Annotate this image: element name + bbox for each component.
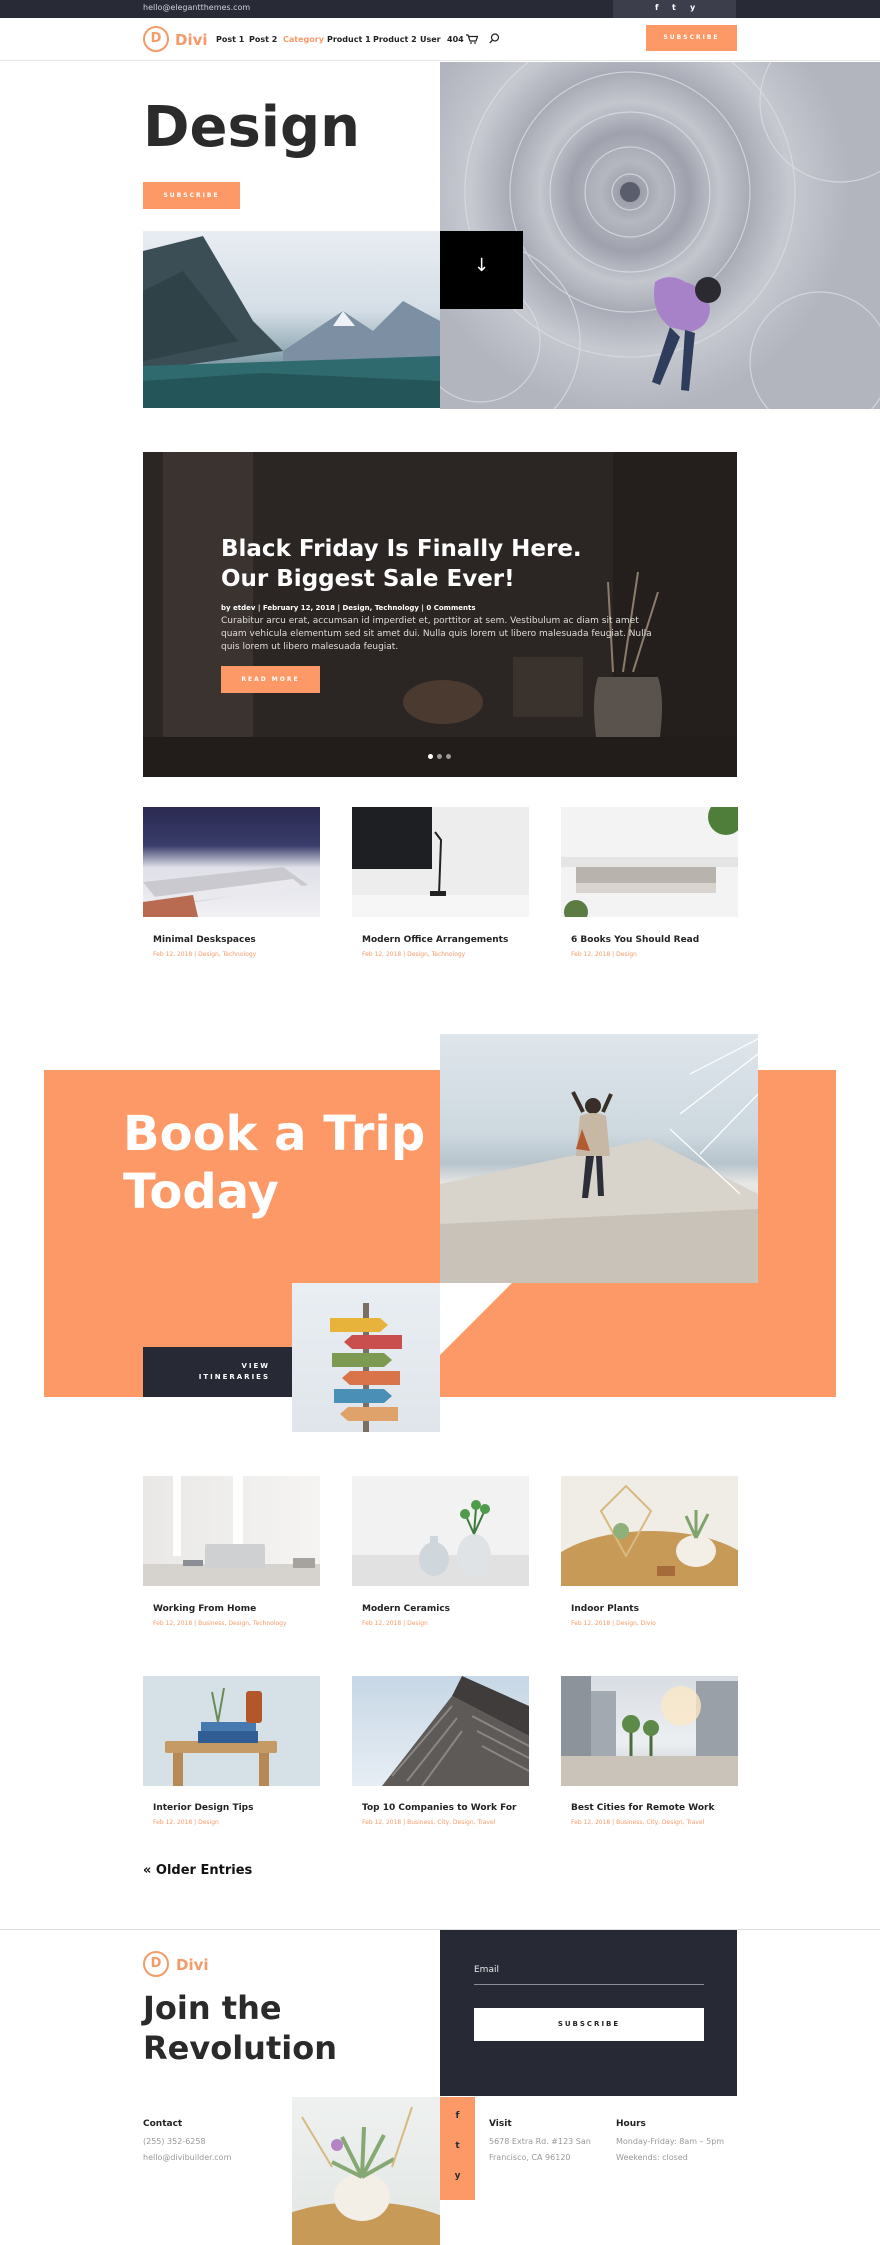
email-field[interactable]: Email: [474, 1965, 704, 1985]
contact-label: Contact: [143, 2119, 183, 2129]
footer-twitter-icon[interactable]: t: [440, 2141, 475, 2151]
post-title[interactable]: Interior Design Tips: [153, 1803, 253, 1813]
post-image-indoor-plants[interactable]: [561, 1476, 738, 1586]
visit-address-line1: 5678 Extra Rd. #123 San: [489, 2137, 591, 2146]
post-meta: Feb 12, 2018 | Design, Technology: [362, 951, 466, 958]
older-entries-link[interactable]: « Older Entries: [143, 1863, 252, 1878]
view-itineraries-button[interactable]: VIEW ITINERARIES: [143, 1347, 292, 1397]
post-meta: Feb 12, 2018 | Design: [571, 951, 637, 958]
hours-weekends: Weekends: closed: [616, 2153, 688, 2162]
trip-pier-image: [440, 1034, 758, 1283]
footer-subscribe-panel: Email SUBSCRIBE: [440, 1930, 737, 2096]
logo-icon[interactable]: D: [143, 26, 169, 52]
read-more-button[interactable]: READ MORE: [221, 666, 320, 693]
visit-label: Visit: [489, 2119, 512, 2129]
post-image-interior-design-tips[interactable]: [143, 1676, 320, 1786]
hours-label: Hours: [616, 2119, 646, 2129]
post-meta: Feb 12, 2018 | Business, City, Design, T…: [571, 1819, 705, 1826]
featured-excerpt: Curabitur arcu erat, accumsan id imperdi…: [221, 616, 652, 652]
post-title[interactable]: Top 10 Companies to Work For: [362, 1803, 517, 1813]
post-meta: Feb 12, 2018 | Business, City, Design, T…: [362, 1819, 496, 1826]
arrow-down-icon: ↓: [473, 255, 490, 276]
footer-subscribe-button[interactable]: SUBSCRIBE: [474, 2008, 704, 2041]
post-title[interactable]: Best Cities for Remote Work: [571, 1803, 714, 1813]
post-image-minimal-deskspaces[interactable]: [143, 807, 320, 917]
post-title[interactable]: Modern Ceramics: [362, 1604, 450, 1614]
featured-slider: Black Friday Is Finally Here. Our Bigges…: [143, 452, 737, 777]
scroll-down-button[interactable]: ↓: [440, 231, 523, 309]
nav-item-product-2[interactable]: Product 2: [373, 35, 417, 44]
post-meta: Feb 12, 2018 | Design, Technology: [153, 951, 257, 958]
post-image-books[interactable]: [561, 807, 738, 917]
slider-dot-2[interactable]: [437, 754, 442, 759]
youtube-icon[interactable]: y: [690, 3, 695, 12]
facebook-icon[interactable]: f: [655, 3, 658, 12]
nav-item-product-1[interactable]: Product 1: [327, 35, 371, 44]
footer-logo-text[interactable]: Divi: [176, 1956, 209, 1974]
search-icon[interactable]: [489, 33, 500, 44]
post-image-top-companies[interactable]: [352, 1676, 529, 1786]
nav-item-category[interactable]: Category: [283, 35, 324, 44]
footer-logo-icon[interactable]: D: [143, 1951, 169, 1977]
mountain-lake-image: [143, 231, 440, 408]
post-image-modern-office[interactable]: [352, 807, 529, 917]
featured-title[interactable]: Black Friday Is Finally Here. Our Bigges…: [221, 534, 621, 594]
topbar-social: f t y: [613, 0, 736, 18]
slider-dot-3[interactable]: [446, 754, 451, 759]
post-image-modern-ceramics[interactable]: [352, 1476, 529, 1586]
logo-text[interactable]: Divi: [175, 31, 208, 49]
header-subscribe-button[interactable]: SUBSCRIBE: [646, 25, 737, 51]
contact-phone[interactable]: (255) 352-6258: [143, 2134, 206, 2150]
site-header: D Divi Post 1 Post 2 Category Product 1 …: [0, 18, 880, 61]
footer-facebook-icon[interactable]: f: [440, 2111, 475, 2121]
footer-social: f t y: [440, 2097, 475, 2200]
twitter-icon[interactable]: t: [672, 3, 676, 12]
trip-triangle-accent: [440, 1283, 512, 1355]
slider-dot-1[interactable]: [428, 754, 433, 759]
post-meta: Feb 12, 2018 | Design: [362, 1620, 428, 1627]
featured-meta: by etdev | February 12, 2018 | Design, T…: [221, 604, 476, 612]
page-title: Design: [143, 95, 360, 160]
hero-subscribe-button[interactable]: SUBSCRIBE: [143, 182, 240, 209]
cart-icon[interactable]: [466, 34, 478, 44]
post-image-working-from-home[interactable]: [143, 1476, 320, 1586]
post-meta: Feb 12, 2018 | Design, Divio: [571, 1620, 656, 1627]
hours-weekdays: Monday-Friday: 8am – 5pm: [616, 2137, 725, 2146]
trip-title: Book a Trip Today: [123, 1106, 426, 1220]
visit-address-line2: Francisco, CA 96120: [489, 2153, 571, 2162]
post-meta: Feb 12, 2018 | Business, Design, Technol…: [153, 1620, 287, 1627]
post-meta: Feb 12, 2018 | Design: [153, 1819, 219, 1826]
trip-signpost-image: [292, 1283, 440, 1432]
nav-item-post-1[interactable]: Post 1: [216, 35, 244, 44]
footer-youtube-icon[interactable]: y: [440, 2171, 475, 2181]
contact-email[interactable]: hello@divibuilder.com: [143, 2150, 231, 2166]
post-image-best-cities[interactable]: [561, 1676, 738, 1786]
footer-plant-image: [292, 2097, 440, 2245]
post-title[interactable]: Indoor Plants: [571, 1604, 639, 1614]
topbar-email[interactable]: hello@elegantthemes.com: [143, 3, 250, 12]
nav-item-404[interactable]: 404: [447, 35, 464, 44]
post-title[interactable]: Minimal Deskspaces: [153, 935, 256, 945]
nav-item-post-2[interactable]: Post 2: [249, 35, 277, 44]
post-title[interactable]: 6 Books You Should Read: [571, 935, 699, 945]
post-title[interactable]: Working From Home: [153, 1604, 256, 1614]
post-title[interactable]: Modern Office Arrangements: [362, 935, 508, 945]
footer-headline: Join the Revolution: [143, 1989, 337, 2067]
nav-item-user[interactable]: User: [420, 35, 441, 44]
top-bar: hello@elegantthemes.com f t y: [0, 0, 880, 18]
